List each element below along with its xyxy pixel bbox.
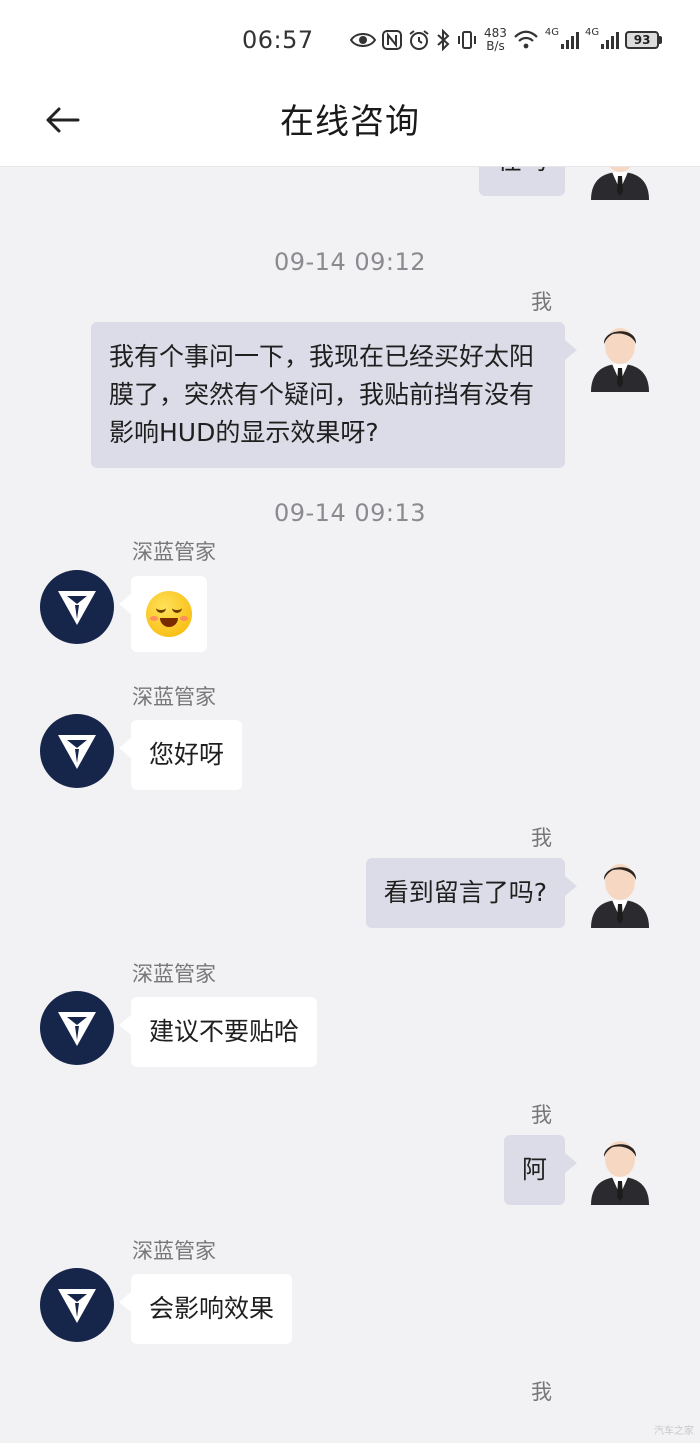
nfc-icon xyxy=(382,30,402,50)
message-bubble-partial[interactable]: 在吗 xyxy=(478,166,565,196)
message-bubble[interactable]: 阿 xyxy=(503,1135,578,1205)
timestamp: 09-14 09:12 xyxy=(273,248,427,276)
sender-label-bot: 深蓝管家 xyxy=(132,1239,216,1263)
user-avatar[interactable] xyxy=(583,318,657,392)
smile-emoji-icon xyxy=(146,591,192,637)
message-bubble[interactable]: 会影响效果 xyxy=(118,1274,293,1344)
user-avatar[interactable] xyxy=(583,1131,657,1205)
watermark: 汽车之家 xyxy=(654,1426,694,1437)
nav-header: 在线咨询 xyxy=(0,80,700,166)
vibrate-icon xyxy=(456,29,478,51)
bot-avatar[interactable] xyxy=(40,570,114,644)
eye-icon xyxy=(350,31,376,49)
sender-label-me: 我 xyxy=(531,1103,552,1127)
bluetooth-icon xyxy=(436,29,450,51)
deepal-logo-icon xyxy=(58,591,96,625)
user-avatar[interactable] xyxy=(583,854,657,928)
message-bubble[interactable]: 我有个事问一下，我现在已经买好太阳膜了，突然有个疑问，我贴前挡有没有影响HUD的… xyxy=(91,322,577,468)
status-icons: 483 B/s 4G 4G 93 xyxy=(350,22,663,58)
battery-level: 93 xyxy=(625,31,660,49)
network-type-1: 4G xyxy=(544,26,560,38)
chat-list[interactable]: 在吗 09-14 09:12 我 我有个事问一下，我现在已经买好太阳膜了，突然有… xyxy=(0,166,700,1443)
message-bubble[interactable]: 看到留言了吗? xyxy=(365,858,578,928)
user-avatar[interactable] xyxy=(583,166,657,200)
timestamp: 09-14 09:13 xyxy=(273,499,427,527)
page-title: 在线咨询 xyxy=(280,102,420,142)
network-type-2: 4G xyxy=(585,26,600,38)
deepal-logo-icon xyxy=(58,1012,96,1046)
signal-icon-1 xyxy=(561,31,580,49)
sender-label-bot: 深蓝管家 xyxy=(132,962,216,986)
deepal-logo-icon xyxy=(58,1289,96,1323)
message-bubble[interactable]: 您好呀 xyxy=(118,720,243,790)
message-bubble-emoji[interactable] xyxy=(119,576,207,652)
sender-label-bot: 深蓝管家 xyxy=(132,540,216,564)
bot-avatar[interactable] xyxy=(40,1268,114,1342)
wifi-icon xyxy=(513,30,539,50)
message-bubble[interactable]: 建议不要贴哈 xyxy=(118,997,318,1067)
battery-icon: 93 xyxy=(625,31,663,49)
network-speed: 483 B/s xyxy=(484,26,507,53)
sender-label-me: 我 xyxy=(531,826,552,850)
sender-label-bot: 深蓝管家 xyxy=(132,685,216,709)
sender-label-me: 我 xyxy=(531,290,552,314)
status-bar: 06:57 483 B/s 4G 4G 93 xyxy=(0,0,700,80)
signal-icon-2 xyxy=(601,31,620,49)
sender-label-me: 我 xyxy=(531,1380,552,1404)
deepal-logo-icon xyxy=(58,735,96,769)
bot-avatar[interactable] xyxy=(40,714,114,788)
alarm-icon xyxy=(408,29,430,51)
bot-avatar[interactable] xyxy=(40,991,114,1065)
status-time: 06:57 xyxy=(242,26,314,54)
